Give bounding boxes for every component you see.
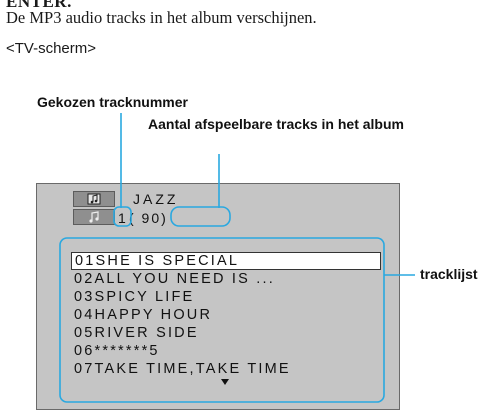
screen-label: <TV-scherm>: [6, 40, 97, 57]
album-name: JAZZ: [133, 191, 179, 207]
tv-screen: JAZZ 1 ( 90) 01SHE IS SPECIAL 02ALL YOU …: [36, 183, 400, 410]
folder-icon: [73, 191, 115, 207]
track-item-02[interactable]: 02ALL YOU NEED IS ...: [71, 270, 381, 288]
down-arrow-icon: [221, 379, 229, 385]
playable-track-count: ( 90): [129, 210, 168, 226]
music-note-icon: [73, 209, 115, 225]
track-item-01[interactable]: 01SHE IS SPECIAL: [71, 252, 381, 270]
callout-tracklist: tracklijst: [420, 266, 478, 282]
track-item-04[interactable]: 04HAPPY HOUR: [71, 306, 381, 324]
track-item-03[interactable]: 03SPICY LIFE: [71, 288, 381, 306]
callout-chosen-track: Gekozen tracknummer: [37, 94, 188, 110]
selected-track-number: 1: [118, 210, 126, 226]
track-item-06[interactable]: 06*******5: [71, 342, 381, 360]
callout-playable-count: Aantal afspeelbare tracks in het album: [148, 116, 404, 132]
track-item-07[interactable]: 07TAKE TIME,TAKE TIME: [71, 360, 381, 378]
track-item-05[interactable]: 05RIVER SIDE: [71, 324, 381, 342]
track-list: 01SHE IS SPECIAL 02ALL YOU NEED IS ... 0…: [71, 252, 381, 378]
instruction-text: De MP3 audio tracks in het album verschi…: [6, 8, 317, 27]
